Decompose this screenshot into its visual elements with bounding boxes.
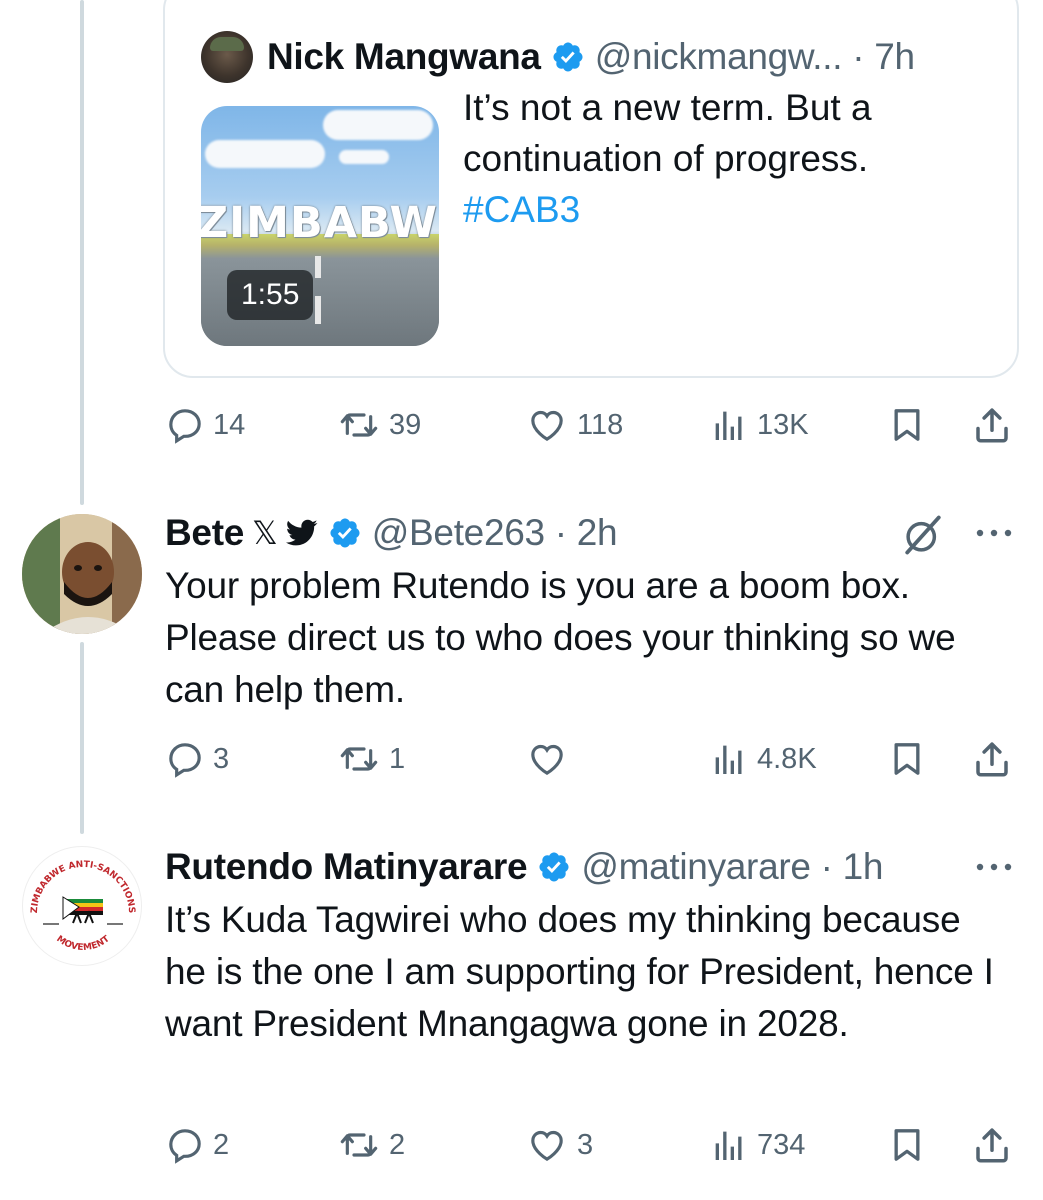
- thread-line: [80, 642, 84, 834]
- author-handle[interactable]: @nickmangw... · 7h: [595, 36, 915, 78]
- quoted-tweet-text: It’s not a new term. But a continuation …: [463, 87, 872, 230]
- avatar[interactable]: ZIMBABWE ANTI-SANCTIONS MOVEMENT: [22, 846, 142, 966]
- reply-button[interactable]: 3: [165, 734, 229, 784]
- thread-line: [80, 0, 84, 505]
- reply-icon: [169, 743, 201, 778]
- verified-badge-icon: [330, 518, 360, 548]
- bookmark-icon: [894, 409, 920, 441]
- quoted-tweet-header: Nick Mangwana @nickmangw... · 7h: [201, 28, 915, 86]
- views-button[interactable]: 734: [709, 1120, 805, 1170]
- more-icon[interactable]: [975, 862, 1013, 872]
- views-icon: [715, 745, 742, 774]
- tweet-header: Rutendo Matinyarare @matinyarare · 1h: [165, 842, 883, 892]
- more-icon[interactable]: [975, 528, 1013, 538]
- reply-icon: [169, 409, 201, 444]
- like-button[interactable]: 118: [525, 400, 623, 450]
- svg-text:MOVEMENT: MOVEMENT: [54, 934, 112, 953]
- views-icon: [715, 411, 742, 440]
- verified-badge-icon: [553, 42, 583, 72]
- like-icon: [531, 1130, 563, 1162]
- grok-icon[interactable]: [902, 514, 944, 556]
- verified-badge-icon: [539, 852, 569, 882]
- avatar-text-bottom: MOVEMENT: [54, 934, 112, 953]
- reply-icon: [169, 1129, 201, 1164]
- tweet-actions: 2 2 3 734: [165, 1120, 1015, 1170]
- repost-icon: [340, 747, 378, 771]
- tweet-text: It’s Kuda Tagwirei who does my thinking …: [165, 899, 994, 1044]
- views-button[interactable]: 13K: [709, 400, 809, 450]
- share-button[interactable]: [971, 1120, 1013, 1170]
- tweet-text: Your problem Rutendo is you are a boom b…: [165, 565, 956, 710]
- tweet-header: Bete 𝕏 @Bete263 · 2h: [165, 508, 618, 558]
- bookmark-icon: [894, 1129, 920, 1161]
- repost-icon: [340, 413, 378, 437]
- video-thumbnail[interactable]: ZIMBABWE 1:55: [201, 106, 439, 346]
- quoted-tweet-card[interactable]: Nick Mangwana @nickmangw... · 7h ZIMBABW…: [163, 0, 1019, 378]
- bookmark-icon: [894, 743, 920, 775]
- share-icon: [976, 408, 1008, 443]
- hashtag-link[interactable]: #CAB3: [463, 189, 580, 230]
- repost-button[interactable]: 1: [337, 734, 405, 784]
- like-button[interactable]: [525, 734, 577, 784]
- like-icon: [531, 744, 563, 776]
- like-button[interactable]: 3: [525, 1120, 593, 1170]
- author-name[interactable]: Bete: [165, 512, 244, 554]
- avatar-logo: ZIMBABWE ANTI-SANCTIONS MOVEMENT: [30, 860, 136, 953]
- bookmark-button[interactable]: [887, 1120, 927, 1170]
- repost-icon: [340, 1133, 378, 1157]
- share-button[interactable]: [971, 400, 1013, 450]
- video-duration-badge: 1:55: [227, 270, 314, 320]
- avatar[interactable]: [22, 514, 142, 634]
- like-icon: [531, 410, 563, 442]
- author-name[interactable]: Nick Mangwana: [267, 36, 541, 78]
- avatar[interactable]: [201, 31, 253, 83]
- bookmark-button[interactable]: [887, 400, 927, 450]
- repost-button[interactable]: 2: [337, 1120, 405, 1170]
- author-handle[interactable]: @matinyarare · 1h: [581, 846, 883, 888]
- views-button[interactable]: 4.8K: [709, 734, 817, 784]
- x-logo-icon: 𝕏: [252, 515, 278, 551]
- author-name[interactable]: Rutendo Matinyarare: [165, 846, 528, 888]
- reply-button[interactable]: 14: [165, 400, 245, 450]
- reply-button[interactable]: 2: [165, 1120, 229, 1170]
- views-icon: [715, 1131, 742, 1160]
- share-icon: [976, 742, 1008, 777]
- share-button[interactable]: [971, 734, 1013, 784]
- tweet-actions: 14 39 118 13K: [165, 400, 1015, 450]
- repost-button[interactable]: 39: [337, 400, 421, 450]
- bird-icon: [285, 519, 318, 546]
- avatar-illustration: [22, 514, 142, 634]
- video-title-text: ZIMBABWE: [201, 198, 439, 248]
- share-icon: [976, 1128, 1008, 1163]
- author-handle[interactable]: @Bete263 · 2h: [372, 512, 618, 554]
- bookmark-button[interactable]: [887, 734, 927, 784]
- tweet-actions: 3 1 4.8K: [165, 734, 1015, 784]
